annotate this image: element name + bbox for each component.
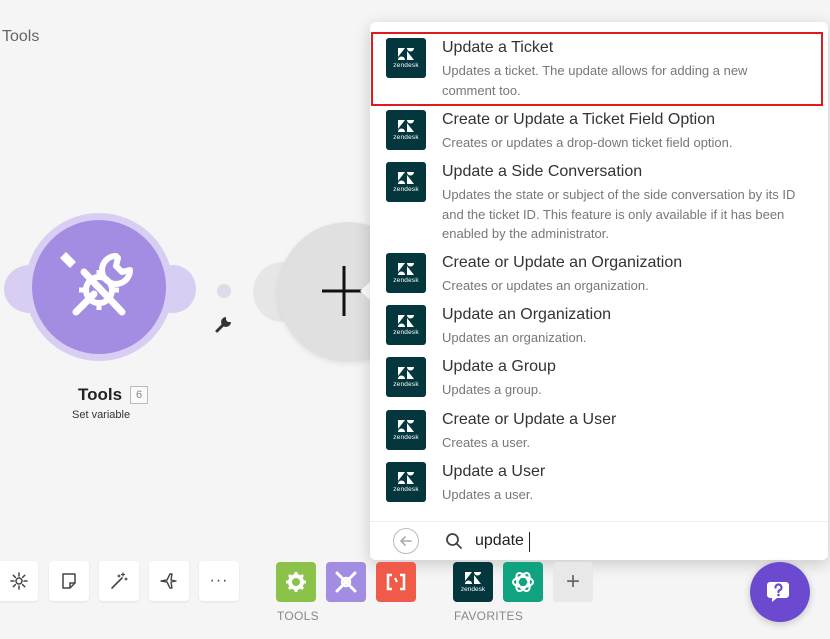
- search-input[interactable]: [475, 528, 775, 554]
- add-favorite-button[interactable]: +: [553, 562, 593, 602]
- zendesk-logo-icon: zendesk: [386, 253, 426, 293]
- openai-favorite-tile[interactable]: [503, 562, 543, 602]
- route-dot[interactable]: [217, 284, 231, 298]
- auto-align-button[interactable]: [99, 561, 139, 601]
- zendesk-favorite-tile[interactable]: zendesk: [453, 562, 493, 602]
- openai-icon: [512, 571, 534, 593]
- module-badge: 6: [130, 386, 148, 404]
- action-item[interactable]: zendesk Update a User Updates a user.: [370, 458, 828, 510]
- explain-flow-button[interactable]: [149, 561, 189, 601]
- back-button[interactable]: [393, 528, 419, 554]
- zendesk-logo-icon: zendesk: [386, 110, 426, 150]
- action-title: Update a Ticket: [442, 39, 554, 56]
- help-chat-icon: [767, 582, 789, 602]
- zendesk-logo-icon: zendesk: [386, 162, 426, 202]
- zendesk-logo-icon: zendesk: [386, 305, 426, 345]
- module-subtitle: Set variable: [72, 409, 131, 421]
- tools-icon: [60, 252, 133, 316]
- zendesk-logo-icon: [465, 572, 481, 584]
- tools-green-tile[interactable]: [276, 562, 316, 602]
- action-title: Create or Update an Organization: [442, 254, 683, 271]
- note-icon: [62, 573, 76, 589]
- action-title: Create or Update a Ticket Field Option: [442, 111, 716, 128]
- action-title: Update a Side Conversation: [442, 163, 643, 180]
- action-title: Update a User: [442, 463, 546, 480]
- help-button[interactable]: [750, 562, 810, 622]
- notes-button[interactable]: [49, 561, 89, 601]
- action-description: Creates or updates an organization.: [442, 278, 649, 293]
- search-bar: [370, 521, 828, 560]
- airplane-icon: [160, 573, 177, 589]
- action-description: Updates the state or subject of the side…: [442, 187, 796, 241]
- action-description: Creates or updates a drop-down ticket fi…: [442, 135, 733, 150]
- action-item[interactable]: zendesk Create or Update a User Creates …: [370, 406, 828, 458]
- wrench-icon[interactable]: [214, 314, 234, 334]
- settings-button[interactable]: [0, 561, 38, 601]
- tools-icon: [335, 571, 357, 593]
- favorites-group-label: FAVORITES: [454, 609, 524, 623]
- action-description: Updates a user.: [442, 487, 534, 502]
- arrow-left-icon: [400, 536, 412, 546]
- module-picker-panel: zendesk Update a Ticket Updates a ticket…: [370, 22, 828, 560]
- action-item[interactable]: zendesk Update an Organization Updates a…: [370, 301, 828, 353]
- search-icon: [446, 533, 462, 549]
- zendesk-logo-icon: zendesk: [386, 462, 426, 502]
- plus-icon: +: [565, 568, 580, 595]
- magic-wand-icon: [111, 572, 128, 589]
- action-description: Creates a user.: [442, 435, 531, 450]
- module-name: Tools: [78, 385, 123, 404]
- tools-module[interactable]: [32, 220, 166, 354]
- dropdown-caret: [360, 282, 370, 300]
- text-cursor: [529, 532, 530, 552]
- tools-purple-tile[interactable]: [326, 562, 366, 602]
- zendesk-logo-icon: zendesk: [386, 38, 426, 78]
- zendesk-wordmark: zendesk: [460, 586, 486, 593]
- gear-icon: [286, 572, 306, 592]
- zendesk-logo-icon: zendesk: [386, 357, 426, 397]
- action-item[interactable]: zendesk Update a Group Updates a group.: [370, 353, 828, 405]
- more-button[interactable]: ···: [199, 561, 239, 601]
- action-item[interactable]: zendesk Update a Ticket Updates a ticket…: [370, 22, 828, 106]
- action-description: Updates a group.: [442, 382, 542, 397]
- tools-group-label: TOOLS: [277, 609, 319, 623]
- zendesk-logo-icon: zendesk: [386, 410, 426, 450]
- action-item[interactable]: zendesk Create or Update a Ticket Field …: [370, 106, 828, 158]
- action-title: Create or Update a User: [442, 411, 617, 428]
- tools-red-tile[interactable]: [376, 562, 416, 602]
- more-icon: ···: [209, 572, 229, 589]
- action-item[interactable]: zendesk Update a Side Conversation Updat…: [370, 158, 828, 248]
- brackets-icon: [386, 573, 406, 591]
- action-description: Updates a ticket. The update allows for …: [442, 63, 748, 98]
- gear-icon: [10, 572, 28, 590]
- action-title: Update a Group: [442, 358, 556, 375]
- action-item[interactable]: zendesk Create or Update an Organization…: [370, 249, 828, 301]
- action-title: Update an Organization: [442, 306, 611, 323]
- breadcrumb[interactable]: Tools: [2, 28, 39, 46]
- action-description: Updates an organization.: [442, 330, 587, 345]
